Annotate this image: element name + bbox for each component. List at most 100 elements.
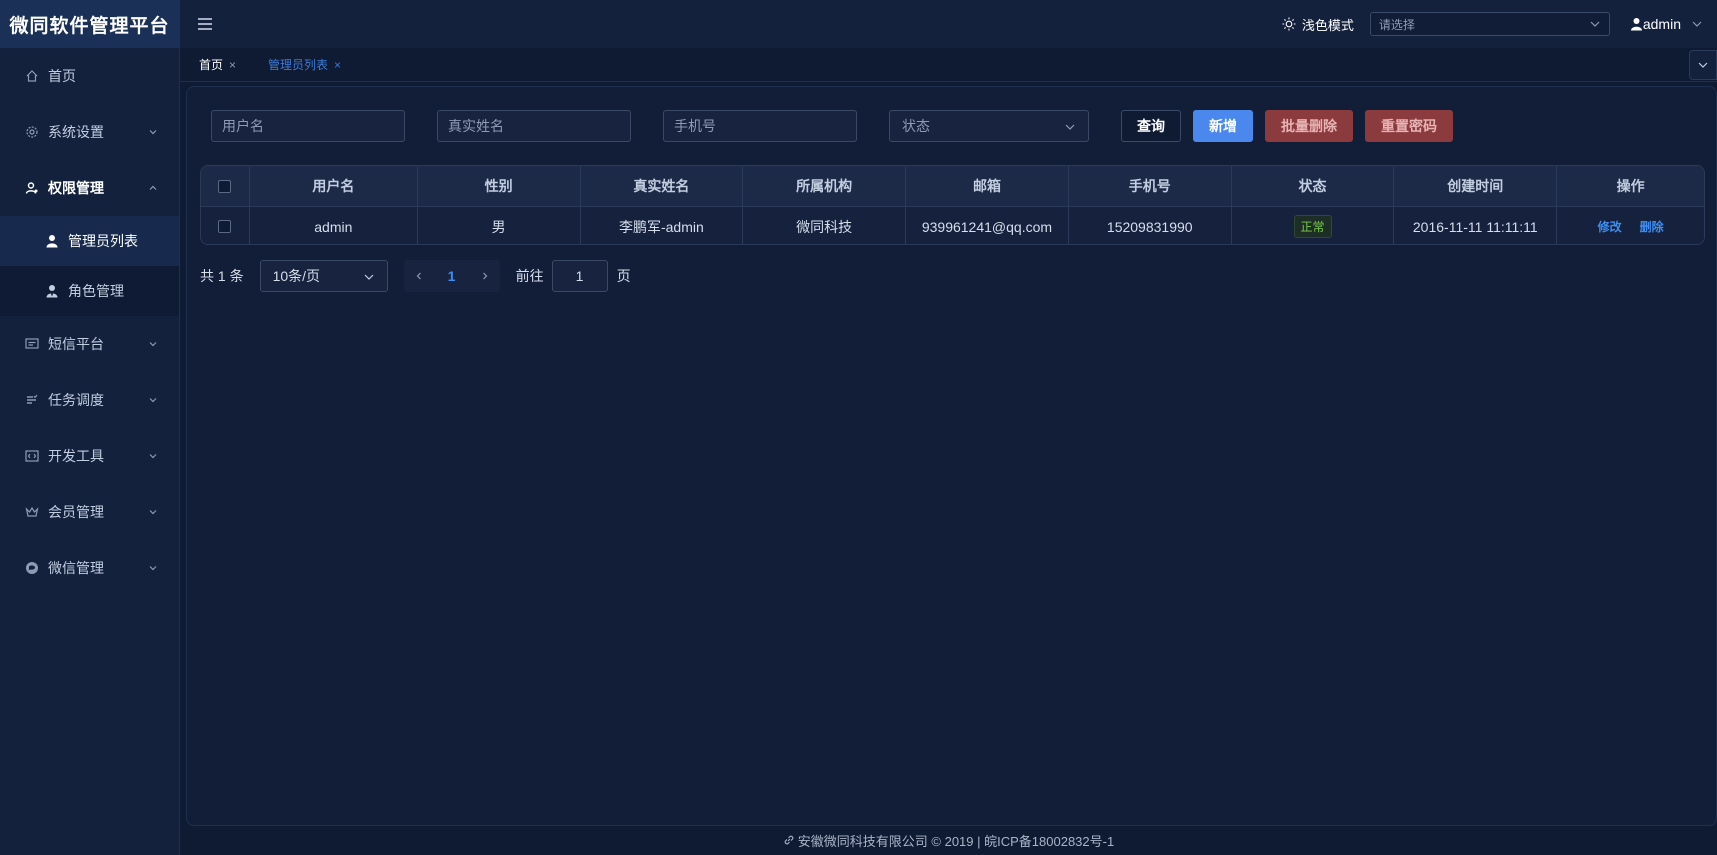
header-select-placeholder: 请选择 [1378,17,1415,32]
user-menu[interactable]: admin [1630,16,1703,32]
home-icon [24,68,40,84]
sidebar-item-system-settings[interactable]: 系统设置 [0,104,179,160]
theme-toggle-label: 浅色模式 [1301,17,1354,33]
cell-created: 2016-11-11 11:11:11 [1394,207,1558,244]
username-placeholder: 用户名 [222,118,264,134]
cell-phone: 15209831990 [1069,207,1232,244]
sidebar-item-task-scheduling[interactable]: 任务调度 [0,372,179,428]
phone-input[interactable]: 手机号 [663,110,857,142]
user-key-icon [24,180,40,196]
chevron-down-icon [149,398,157,403]
reset-password-button[interactable]: 重置密码 [1365,110,1453,142]
hamburger-menu-icon[interactable] [196,15,214,33]
wechat-icon [24,560,40,576]
close-icon[interactable]: × [229,58,236,72]
next-page-button[interactable] [470,260,500,292]
sidebar-item-label: 系统设置 [48,124,104,140]
chevron-down-icon [149,454,157,459]
sun-icon [1282,17,1296,31]
tab-menu-button[interactable] [1689,50,1717,80]
goto-suffix: 页 [616,268,631,284]
column-header[interactable]: 手机号 [1069,166,1232,206]
sidebar-item-label: 短信平台 [48,336,104,352]
user-icon [45,234,59,248]
sidebar-item-label: 首页 [48,68,76,84]
chevron-down-icon [149,130,157,135]
column-header[interactable]: 状态 [1232,166,1395,206]
delete-link[interactable]: 删除 [1640,218,1664,235]
select-all-cell [201,166,250,206]
chevron-left-icon [416,272,421,280]
edit-link[interactable]: 修改 [1598,218,1622,235]
row-checkbox[interactable] [218,220,232,233]
username-input[interactable]: 用户名 [211,110,405,142]
page-size-value: 10条/页 [272,268,321,284]
chevron-down-icon [1590,21,1600,27]
prev-page-button[interactable] [404,260,434,292]
sidebar-item-sms-platform[interactable]: 短信平台 [0,316,179,372]
goto-page-input[interactable]: 1 [551,260,608,292]
column-header[interactable]: 操作 [1557,166,1704,206]
sidebar-item-permissions[interactable]: 权限管理 [0,160,179,216]
chevron-down-icon [364,274,374,280]
cell-org: 微同科技 [743,207,907,244]
close-icon[interactable]: × [334,58,341,72]
user-name: admin [1642,16,1681,32]
sidebar-item-label: 开发工具 [48,448,104,464]
table-header-row: 用户名 性别 真实姓名 所属机构 邮箱 手机号 状态 创建时间 操作 [201,166,1704,206]
add-button[interactable]: 新增 [1193,110,1253,142]
tab-home[interactable]: 首页 × [199,56,236,73]
sidebar-item-home[interactable]: 首页 [0,48,179,104]
sidebar: 微同软件管理平台 首页 系统设置 权限管理 管理员列表 角色管理 短信平台 任务… [0,0,180,855]
pagination-total: 共 1 条 [200,268,244,284]
realname-input[interactable]: 真实姓名 [437,110,631,142]
chevron-down-icon [1698,62,1708,68]
column-header[interactable]: 用户名 [250,166,418,206]
user-tie-icon [45,284,59,298]
column-header[interactable]: 邮箱 [906,166,1069,206]
user-icon [1630,18,1642,31]
sidebar-item-label: 任务调度 [48,392,104,408]
status-select[interactable]: 状态 [889,110,1089,142]
sidebar-item-label: 会员管理 [48,504,104,520]
chevron-down-icon [1065,124,1075,130]
footer-text: 安徽微同科技有限公司 © 2019 | 皖ICP备18002832号-1 [797,833,1115,849]
sidebar-item-dev-tools[interactable]: 开发工具 [0,428,179,484]
cell-status: 正常 [1232,207,1395,244]
gear-icon [24,124,40,140]
theme-toggle[interactable]: 浅色模式 [1282,15,1354,34]
sidebar-item-wechat-management[interactable]: 微信管理 [0,540,179,596]
page-size-select[interactable]: 10条/页 [259,260,388,292]
sidebar-item-member-management[interactable]: 会员管理 [0,484,179,540]
cell-realname: 李鹏军-admin [581,207,744,244]
column-header[interactable]: 真实姓名 [581,166,744,206]
main-content: 用户名 真实姓名 手机号 状态 查询 新增 批量删除 重置密码 用户名 性别 真… [186,86,1717,826]
chevron-down-icon [149,510,157,515]
chevron-right-icon [482,272,487,280]
pagination: 共 1 条 10条/页 1 前往 1 页 [200,260,631,292]
admin-table: 用户名 性别 真实姓名 所属机构 邮箱 手机号 状态 创建时间 操作 admin… [200,165,1705,245]
phone-placeholder: 手机号 [674,118,716,134]
select-all-checkbox[interactable] [218,179,232,193]
page-number-current[interactable]: 1 [434,268,470,284]
link-icon [784,835,794,845]
tab-label: 首页 [199,58,224,72]
submenu-permissions: 管理员列表 角色管理 [0,216,179,316]
status-badge: 正常 [1293,215,1332,238]
chevron-down-icon [149,566,157,571]
column-header[interactable]: 所属机构 [743,166,907,206]
sidebar-item-label: 管理员列表 [68,233,138,249]
header-right: 浅色模式 请选择 admin [1282,0,1717,48]
sidebar-item-admin-list[interactable]: 管理员列表 [0,216,179,266]
sidebar-item-role-management[interactable]: 角色管理 [0,266,179,316]
column-header[interactable]: 性别 [418,166,581,206]
table-row[interactable]: admin 男 李鹏军-admin 微同科技 939961241@qq.com … [201,206,1704,244]
column-header[interactable]: 创建时间 [1394,166,1558,206]
query-button[interactable]: 查询 [1121,110,1181,142]
chevron-up-icon [149,185,157,190]
tab-admin-list[interactable]: 管理员列表 × [268,56,341,73]
batch-delete-button[interactable]: 批量删除 [1265,110,1353,142]
sidebar-item-label: 微信管理 [48,560,104,576]
realname-placeholder: 真实姓名 [448,118,504,134]
header-select[interactable]: 请选择 [1369,12,1610,36]
